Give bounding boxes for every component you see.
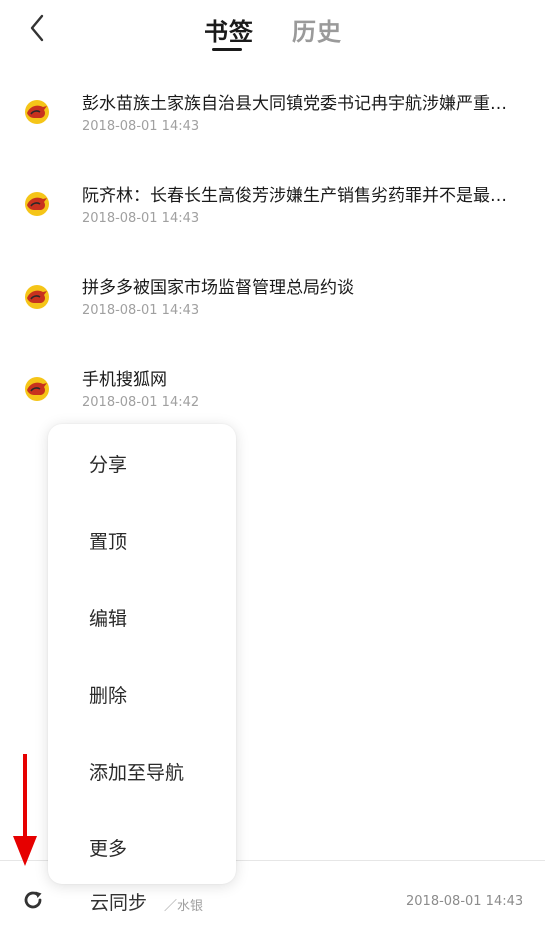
bookmark-date: 2018-08-01 14:43 (82, 119, 200, 134)
bookmark-date: 2018-08-01 14:43 (82, 303, 200, 318)
bookmark-item[interactable]: 手机搜狐网 2018-08-01 14:42 (0, 343, 545, 435)
sohu-fox-icon (25, 192, 49, 216)
bookmark-item[interactable]: 阮齐林：长春长生高俊芳涉嫌生产销售劣药罪并不是最重的罪名 2018-08-01 … (0, 158, 545, 250)
bookmark-date: 2018-08-01 14:42 (82, 395, 200, 410)
bookmark-date: 2018-08-01 14:43 (82, 211, 200, 226)
chevron-left-icon (30, 14, 44, 42)
menu-item-edit[interactable]: 编辑 (48, 587, 236, 647)
menu-item-label: 分享 (89, 453, 128, 476)
menu-item-label: 删除 (89, 684, 128, 707)
sohu-fox-icon (25, 100, 49, 124)
bookmark-item[interactable]: 拼多多被国家市场监督管理总局约谈 2018-08-01 14:43 (0, 251, 545, 343)
bookmark-title: 彭水苗族土家族自治县大同镇党委书记冉宇航涉嫌严重违纪违法接受纪律审查和监察调查 (82, 94, 522, 114)
menu-item-share[interactable]: 分享 (48, 433, 236, 493)
bookmark-title: 阮齐林：长春长生高俊芳涉嫌生产销售劣药罪并不是最重的罪名 (82, 186, 522, 206)
tab-bookmarks[interactable]: 书签 (204, 12, 254, 47)
top-bar: 书签 历史 (0, 0, 545, 60)
menu-item-label: 更多 (89, 837, 128, 860)
last-sync-time: 2018-08-01 14:43 (406, 894, 524, 909)
menu-item-pin-top[interactable]: 置顶 (48, 510, 236, 570)
red-arrow-down-icon (13, 754, 37, 866)
menu-item-add-to-nav[interactable]: 添加至导航 (48, 741, 236, 801)
sync-username: ／水银 (164, 899, 204, 914)
bookmark-title: 拼多多被国家市场监督管理总局约谈 (82, 278, 354, 298)
menu-item-label: 置顶 (89, 530, 128, 553)
menu-item-label: 编辑 (89, 607, 128, 630)
back-button[interactable] (22, 12, 52, 44)
menu-item-more[interactable]: 更多 (48, 817, 236, 877)
menu-item-label: 添加至导航 (89, 761, 185, 784)
tab-history[interactable]: 历史 (292, 12, 342, 47)
sohu-fox-icon (25, 285, 49, 309)
sync-icon[interactable] (21, 888, 45, 912)
sohu-fox-icon (25, 377, 49, 401)
context-menu: 分享 置顶 编辑 删除 添加至导航 更多 (48, 424, 236, 884)
bookmark-title: 手机搜狐网 (82, 370, 167, 390)
active-tab-indicator (212, 48, 242, 51)
cloud-sync-label[interactable]: 云同步 (90, 888, 147, 915)
bookmark-item[interactable]: 彭水苗族土家族自治县大同镇党委书记冉宇航涉嫌严重违纪违法接受纪律审查和监察调查 … (0, 66, 545, 158)
menu-item-delete[interactable]: 删除 (48, 664, 236, 724)
